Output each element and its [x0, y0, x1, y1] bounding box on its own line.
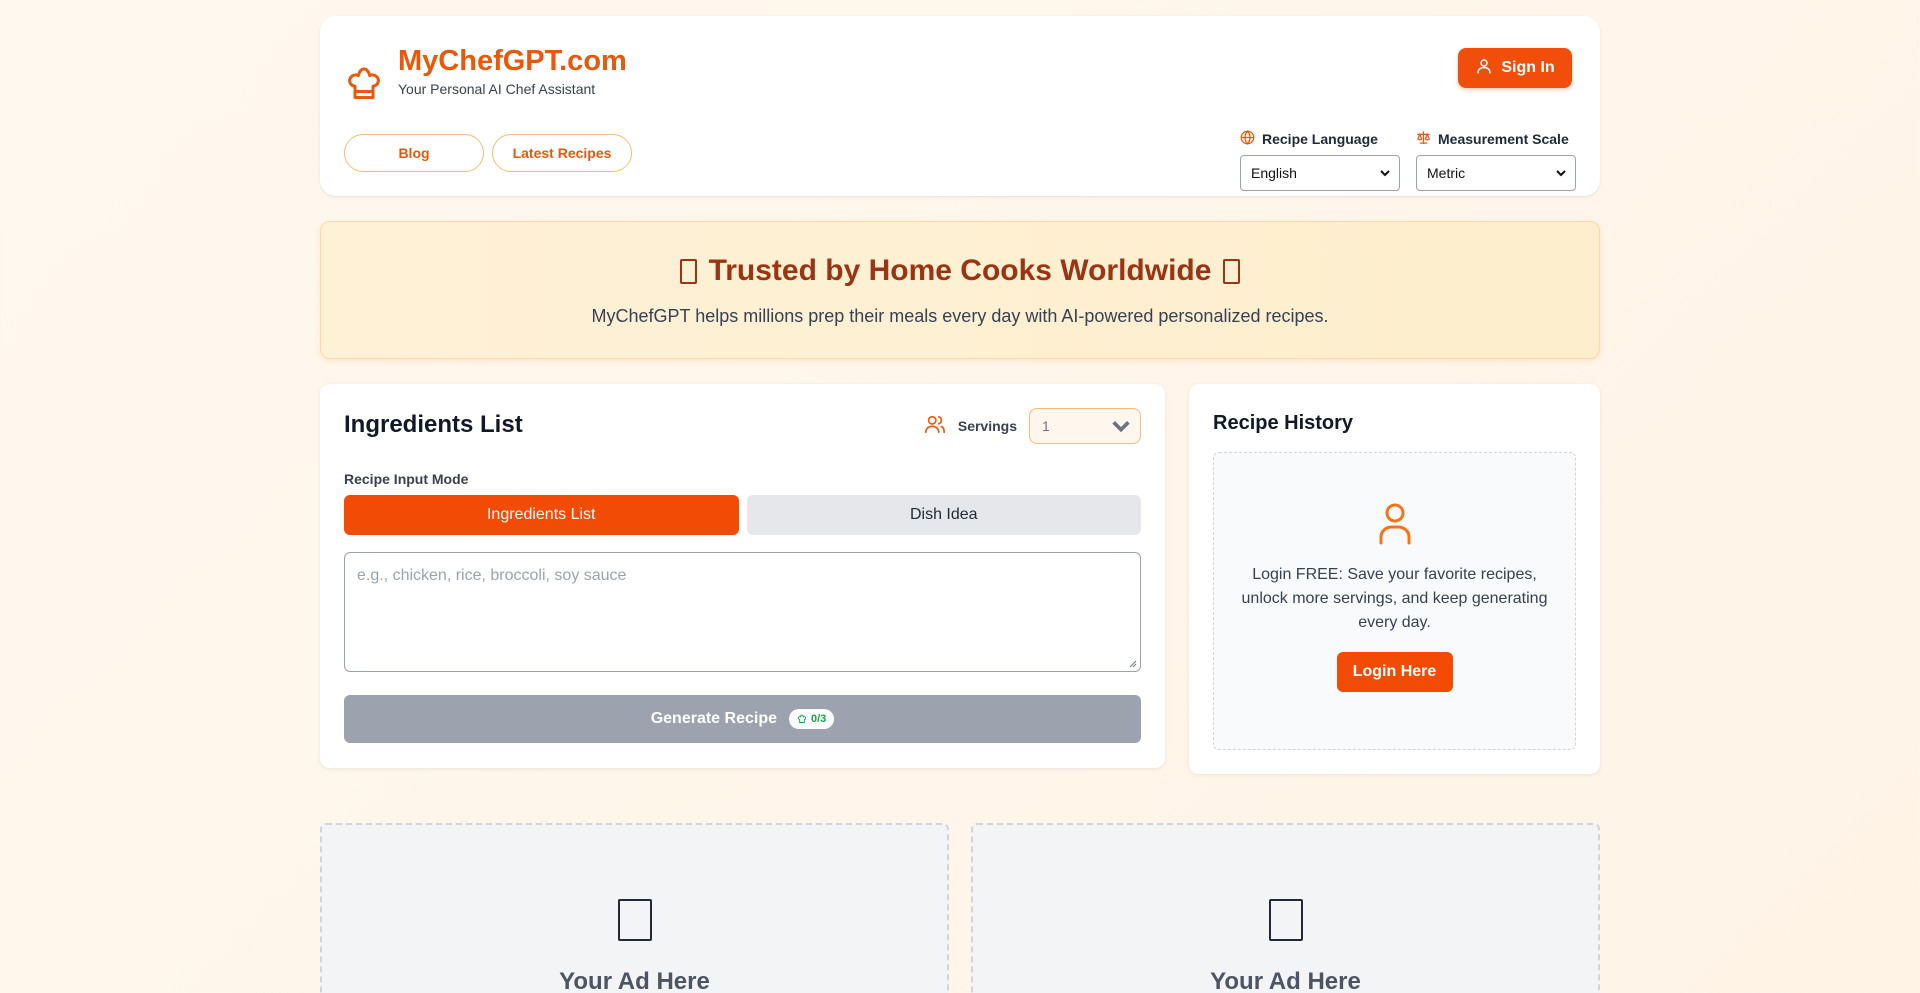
- sign-in-button[interactable]: Sign In: [1458, 48, 1572, 88]
- quota-badge: 0/3: [788, 709, 835, 729]
- measurement-scale-select[interactable]: Metric: [1416, 155, 1576, 191]
- servings-select[interactable]: 1: [1029, 408, 1141, 444]
- recipe-language-group: Recipe Language English: [1240, 130, 1400, 191]
- mode-dish-idea-button[interactable]: Dish Idea: [746, 495, 1141, 535]
- users-icon: [924, 413, 946, 440]
- sign-in-label: Sign In: [1501, 59, 1555, 76]
- servings-control: Servings 1: [924, 408, 1141, 444]
- recipe-input-mode-label: Recipe Input Mode: [344, 471, 469, 487]
- chevron-down-icon: [1380, 170, 1390, 177]
- chevron-down-icon: [1556, 170, 1566, 177]
- nav-blog-button[interactable]: Blog: [344, 134, 484, 172]
- ad-placeholder[interactable]: Your Ad Here: [971, 823, 1600, 993]
- recipe-history-title: Recipe History: [1213, 412, 1354, 434]
- emoji-icon: [1268, 899, 1303, 941]
- resize-handle-icon[interactable]: [1129, 660, 1137, 668]
- header-card: MyChefGPT.com Your Personal AI Chef Assi…: [320, 16, 1600, 196]
- generate-recipe-label: Generate Recipe: [650, 710, 777, 727]
- user-icon: [1375, 501, 1415, 545]
- servings-label: Servings: [957, 418, 1017, 434]
- ingredients-title: Ingredients List: [344, 411, 523, 438]
- recipe-language-select[interactable]: English: [1240, 155, 1400, 191]
- preference-selectors: Recipe Language English Measurement Scal…: [1240, 130, 1576, 191]
- recipe-language-label: Recipe Language: [1240, 130, 1400, 148]
- recipe-input-mode-toggle: Ingredients List Dish Idea: [344, 495, 1141, 535]
- logo-subtitle: Your Personal AI Chef Assistant: [398, 81, 596, 97]
- ad-placeholder[interactable]: Your Ad Here: [320, 823, 949, 993]
- textarea-placeholder: e.g., chicken, rice, broccoli, soy sauce: [357, 567, 627, 584]
- chef-hat-icon: [346, 64, 386, 108]
- chef-hat-icon: [797, 714, 807, 723]
- emoji-icon: [679, 258, 697, 284]
- logo[interactable]: MyChefGPT.com Your Personal AI Chef Assi…: [346, 42, 627, 108]
- mode-ingredients-list-button[interactable]: Ingredients List: [344, 495, 739, 535]
- banner-subtitle: MyChefGPT helps millions prep their meal…: [591, 306, 1329, 326]
- nav-latest-recipes-button[interactable]: Latest Recipes: [492, 134, 632, 172]
- ad-title: Your Ad Here: [559, 968, 710, 993]
- chevron-down-icon: [1112, 421, 1130, 433]
- generate-recipe-button[interactable]: Generate Recipe 0/3: [344, 695, 1141, 743]
- globe-icon: [1240, 130, 1255, 148]
- trust-banner: Trusted by Home Cooks Worldwide MyChefGP…: [320, 221, 1600, 359]
- ingredients-textarea[interactable]: e.g., chicken, rice, broccoli, soy sauce: [344, 552, 1141, 672]
- emoji-icon: [1223, 258, 1241, 284]
- logo-title: MyChefGPT.com: [398, 45, 627, 77]
- recipe-history-empty-state: Login FREE: Save your favorite recipes, …: [1213, 452, 1576, 750]
- emoji-icon: [617, 899, 652, 941]
- recipe-history-message: Login FREE: Save your favorite recipes, …: [1241, 566, 1548, 631]
- ad-title: Your Ad Here: [1210, 968, 1361, 993]
- measurement-scale-group: Measurement Scale Metric: [1416, 130, 1576, 191]
- user-icon: [1475, 57, 1493, 80]
- banner-title: Trusted by Home Cooks Worldwide: [321, 254, 1599, 288]
- nav-links: Blog Latest Recipes: [344, 134, 632, 172]
- measurement-scale-label: Measurement Scale: [1416, 130, 1576, 148]
- ingredients-card: Ingredients List Servings 1 Recipe Input…: [320, 384, 1165, 768]
- recipe-history-card: Recipe History Login FREE: Save your fav…: [1189, 384, 1600, 774]
- scale-icon: [1416, 130, 1431, 148]
- login-here-button[interactable]: Login Here: [1336, 652, 1453, 692]
